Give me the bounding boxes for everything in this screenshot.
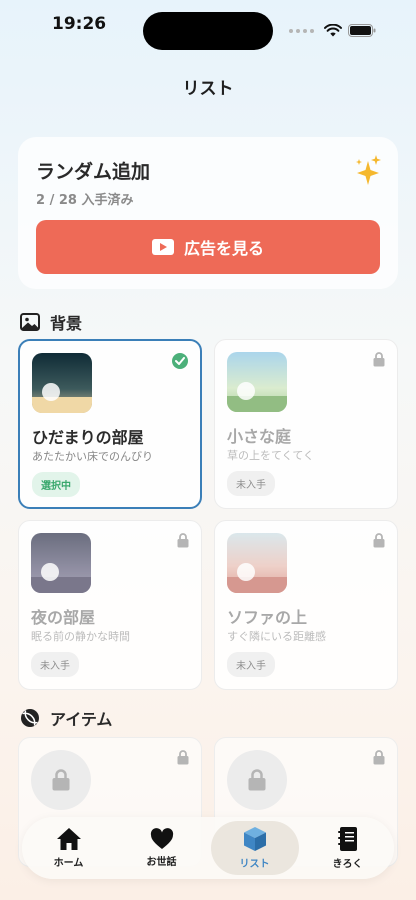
background-card-hidamari[interactable]: ひだまりの部屋 あたたかい床でのんびり 選択中 — [18, 339, 202, 509]
random-add-card: ランダム追加 2 / 28 入手済み 広告を見る — [18, 137, 398, 289]
lock-icon — [248, 769, 266, 791]
lock-icon — [177, 750, 189, 765]
watch-ad-label: 広告を見る — [183, 239, 264, 258]
background-desc: すぐ隣にいる距離感 — [227, 630, 326, 643]
status-badge: 未入手 — [31, 652, 79, 677]
random-add-title: ランダム追加 — [36, 161, 151, 183]
sparkle-icon — [356, 155, 381, 185]
tab-list[interactable]: リスト — [210, 821, 299, 875]
lock-icon — [177, 533, 189, 548]
background-card-night-room[interactable]: 夜の部屋 眠る前の静かな時間 未入手 — [18, 520, 202, 690]
tab-label: きろく — [332, 859, 363, 870]
background-thumbnail — [32, 353, 92, 413]
home-icon — [56, 828, 81, 850]
background-thumbnail — [227, 533, 287, 593]
item-placeholder — [31, 750, 91, 810]
section-header-items: アイテム — [20, 706, 112, 730]
wifi-icon — [324, 24, 342, 37]
background-desc: 眠る前の静かな時間 — [31, 630, 130, 643]
background-desc: 草の上をてくてく — [227, 449, 315, 462]
dynamic-island — [143, 12, 273, 50]
status-time: 19:26 — [52, 14, 107, 34]
status-badge: 未入手 — [227, 471, 275, 496]
tab-record[interactable]: きろく — [304, 821, 392, 875]
ball-icon — [21, 709, 39, 727]
section-title-background: 背景 — [50, 314, 83, 333]
background-title: ソファの上 — [227, 608, 308, 627]
status-badge: 未入手 — [227, 652, 275, 677]
lock-icon — [373, 533, 385, 548]
tab-label: ホーム — [53, 858, 84, 869]
heart-icon — [150, 828, 173, 849]
watch-ad-button[interactable]: 広告を見る — [36, 220, 380, 274]
page-title: リスト — [182, 79, 234, 99]
background-title: 小さな庭 — [227, 427, 292, 446]
tab-label: お世話 — [146, 857, 177, 868]
random-add-progress: 2 / 28 入手済み — [36, 193, 134, 208]
check-icon — [172, 353, 188, 369]
tab-home[interactable]: ホーム — [25, 821, 113, 875]
lock-icon — [373, 352, 385, 367]
tab-bar: ホーム お世話 リスト きろく — [22, 817, 394, 879]
section-title-items: アイテム — [50, 710, 113, 729]
background-thumbnail — [31, 533, 91, 593]
play-icon — [151, 239, 174, 255]
background-thumbnail — [227, 352, 287, 412]
battery-icon — [348, 24, 376, 37]
image-icon — [20, 313, 40, 331]
background-card-small-garden[interactable]: 小さな庭 草の上をてくてく 未入手 — [214, 339, 398, 509]
section-header-background: 背景 — [20, 310, 82, 334]
box-icon — [243, 827, 266, 851]
item-placeholder — [227, 750, 287, 810]
lock-icon — [373, 750, 385, 765]
background-title: ひだまりの部屋 — [32, 428, 144, 447]
status-bar: 19:26 — [0, 0, 416, 56]
status-badge: 選択中 — [32, 472, 80, 497]
notebook-icon — [337, 827, 357, 851]
background-desc: あたたかい床でのんびり — [32, 450, 153, 463]
background-title: 夜の部屋 — [31, 608, 96, 627]
lock-icon — [52, 769, 70, 791]
status-icons — [289, 24, 376, 37]
signal-icon — [289, 28, 314, 33]
tab-label: リスト — [239, 859, 270, 870]
background-card-sofa[interactable]: ソファの上 すぐ隣にいる距離感 未入手 — [214, 520, 398, 690]
tab-care[interactable]: お世話 — [118, 821, 206, 875]
